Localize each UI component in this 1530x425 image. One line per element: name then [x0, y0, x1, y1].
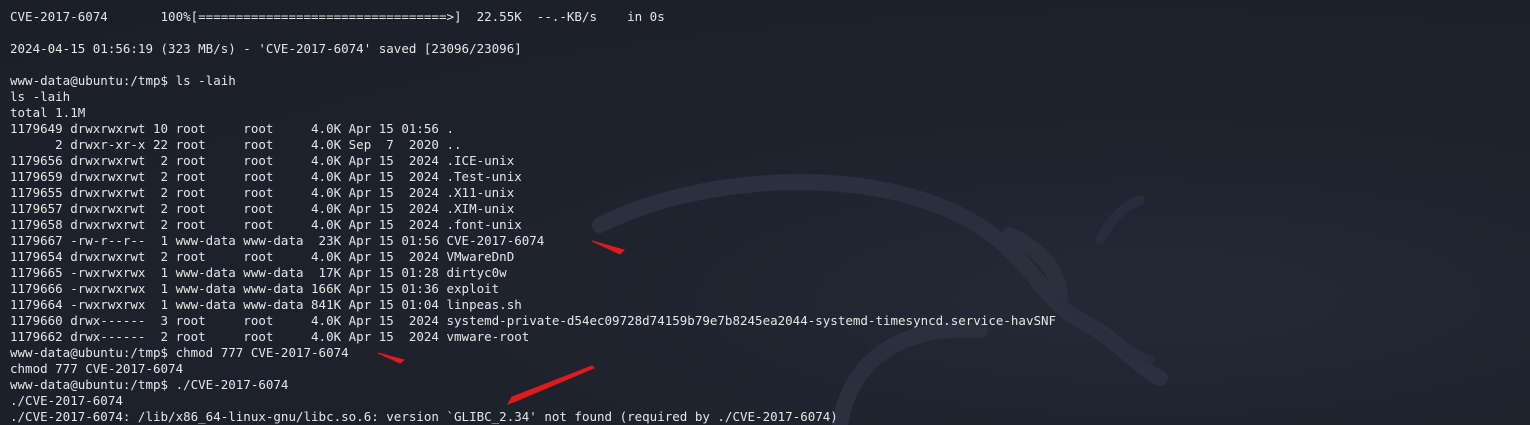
terminal-line: 1179658 drwxrwxrwt 2 root root 4.0K Apr …: [10, 217, 522, 232]
terminal-output[interactable]: CVE-2017-6074 100%[=====================…: [10, 9, 1056, 425]
terminal-line: ./CVE-2017-6074: [10, 393, 123, 408]
terminal-line: total 1.1M: [10, 105, 86, 120]
terminal-line: 2 drwxr-xr-x 22 root root 4.0K Sep 7 202…: [10, 137, 462, 152]
terminal-line: 1179660 drwx------ 3 root root 4.0K Apr …: [10, 313, 1057, 328]
terminal-line: CVE-2017-6074 100%[=====================…: [10, 9, 665, 24]
terminal-line: 1179664 -rwxrwxrwx 1 www-data www-data 8…: [10, 297, 522, 312]
terminal-line: 1179659 drwxrwxrwt 2 root root 4.0K Apr …: [10, 169, 522, 184]
terminal-line: 1179656 drwxrwxrwt 2 root root 4.0K Apr …: [10, 153, 515, 168]
terminal-line: 1179667 -rw-r--r-- 1 www-data www-data 2…: [10, 233, 545, 248]
terminal-line: ./CVE-2017-6074: /lib/x86_64-linux-gnu/l…: [10, 409, 838, 424]
terminal-window[interactable]: CVE-2017-6074 100%[=====================…: [0, 0, 1530, 425]
terminal-line: 1179654 drwxrwxrwt 2 root root 4.0K Apr …: [10, 249, 515, 264]
terminal-line: ls -laih: [10, 89, 71, 104]
terminal-line: 1179665 -rwxrwxrwx 1 www-data www-data 1…: [10, 265, 507, 280]
terminal-line: 1179666 -rwxrwxrwx 1 www-data www-data 1…: [10, 281, 500, 296]
terminal-line: 1179649 drwxrwxrwt 10 root root 4.0K Apr…: [10, 121, 455, 136]
terminal-line: 2024-04-15 01:56:19 (323 MB/s) - 'CVE-20…: [10, 41, 522, 56]
terminal-line: www-data@ubuntu:/tmp$ chmod 777 CVE-2017…: [10, 345, 349, 360]
terminal-line: www-data@ubuntu:/tmp$ ./CVE-2017-6074: [10, 377, 289, 392]
terminal-line: chmod 777 CVE-2017-6074: [10, 361, 184, 376]
terminal-line: 1179657 drwxrwxrwt 2 root root 4.0K Apr …: [10, 201, 515, 216]
terminal-line: 1179655 drwxrwxrwt 2 root root 4.0K Apr …: [10, 185, 515, 200]
terminal-line: www-data@ubuntu:/tmp$ ls -laih: [10, 73, 236, 88]
terminal-line: 1179662 drwx------ 2 root root 4.0K Apr …: [10, 329, 530, 344]
